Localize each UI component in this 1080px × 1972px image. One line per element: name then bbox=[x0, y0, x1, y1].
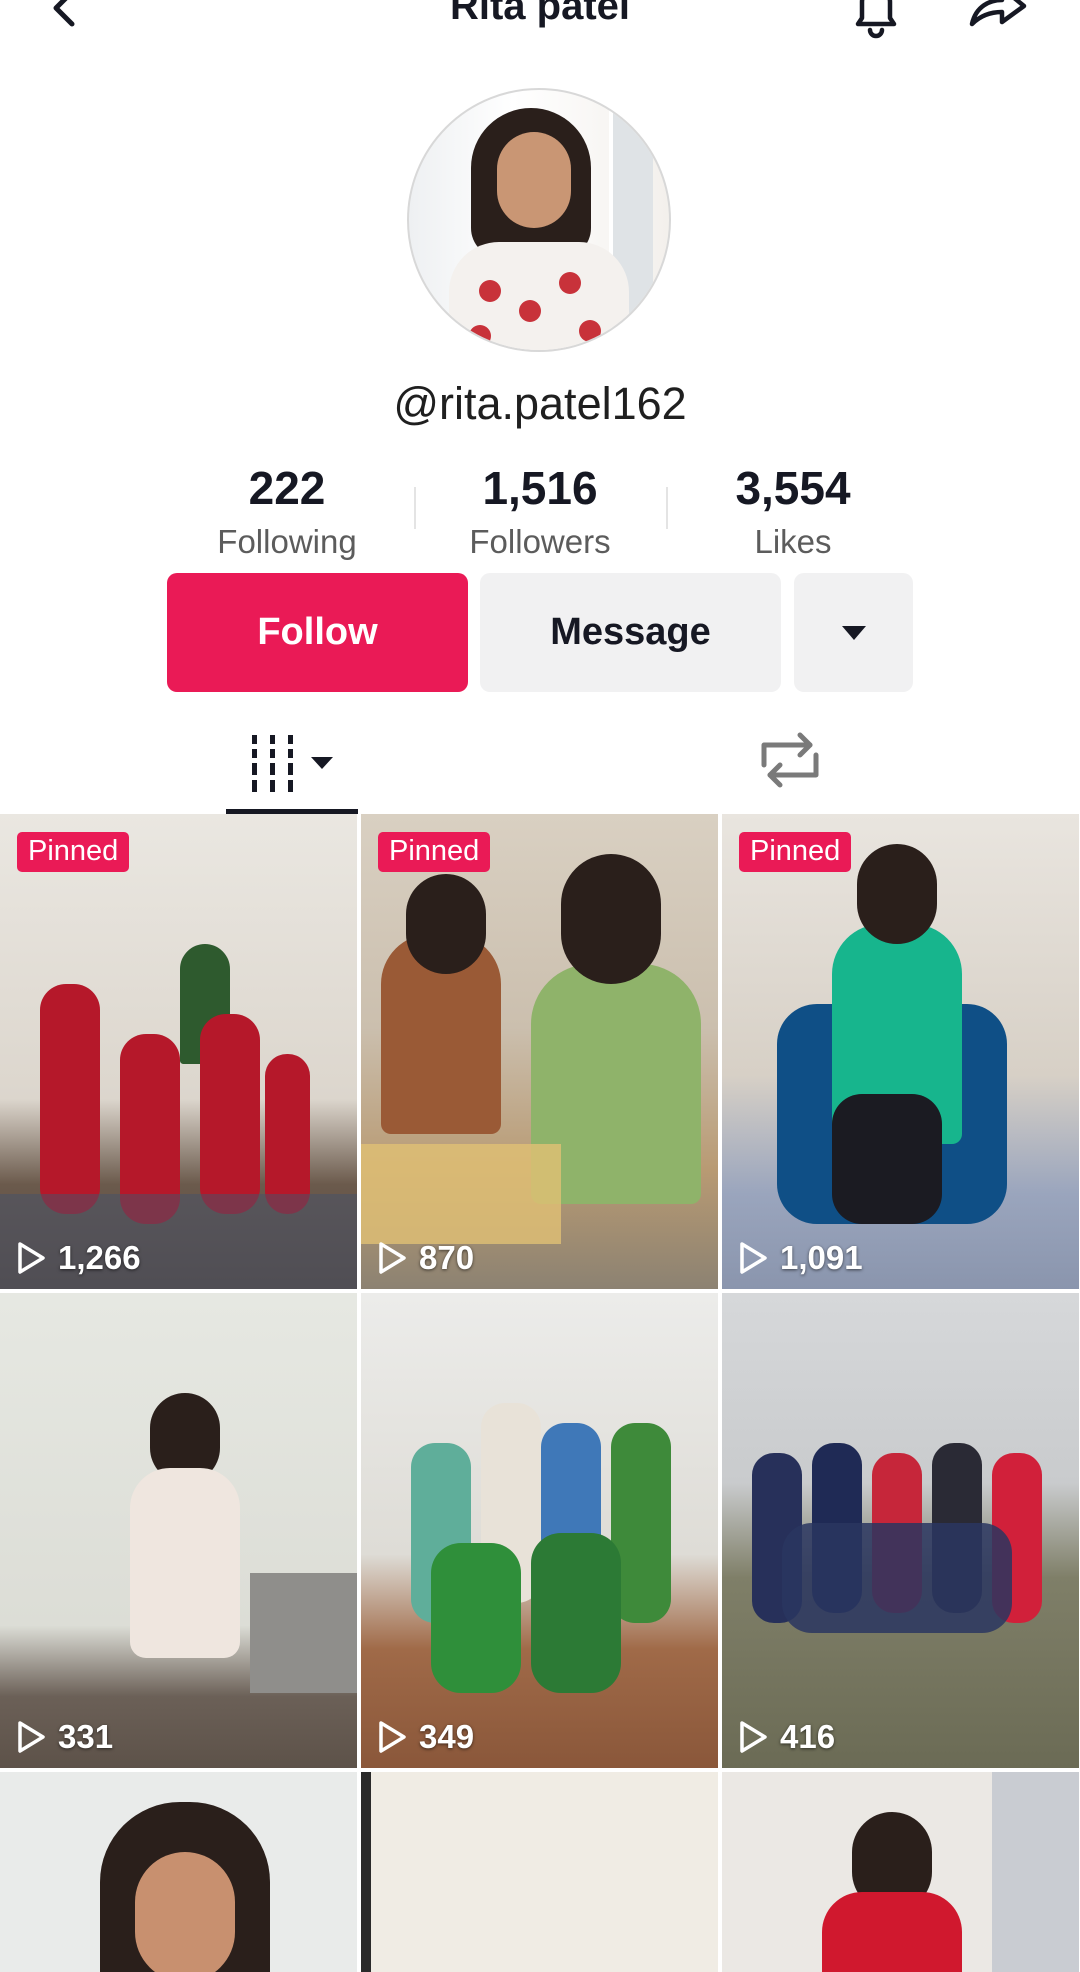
view-count-value: 1,091 bbox=[780, 1239, 863, 1276]
stat-likes: 3,554 Likes bbox=[693, 462, 893, 564]
stat-followers[interactable]: 1,516 Followers bbox=[440, 462, 640, 564]
video-tile[interactable] bbox=[0, 1772, 357, 1972]
view-count-value: 1,266 bbox=[58, 1239, 141, 1276]
stat-divider bbox=[414, 487, 416, 529]
view-count: 1,091 bbox=[738, 1239, 863, 1277]
top-bar: Rita patel bbox=[0, 0, 1080, 60]
videos-grid-icon bbox=[252, 735, 333, 792]
play-icon bbox=[18, 1721, 45, 1753]
pinned-badge: Pinned bbox=[378, 832, 491, 872]
pinned-badge: Pinned bbox=[739, 832, 852, 872]
bell-icon bbox=[855, 0, 897, 39]
stat-value: 222 bbox=[248, 462, 326, 514]
stat-divider bbox=[666, 487, 668, 529]
pinned-badge: Pinned bbox=[17, 832, 130, 872]
play-icon bbox=[740, 1242, 767, 1274]
more-options-button[interactable] bbox=[794, 573, 913, 692]
tab-reposts[interactable] bbox=[750, 725, 830, 795]
message-button[interactable]: Message bbox=[480, 573, 781, 692]
view-count: 349 bbox=[377, 1718, 474, 1756]
stat-label: Likes bbox=[754, 523, 832, 560]
stat-value: 3,554 bbox=[735, 462, 851, 514]
video-tile[interactable] bbox=[361, 1772, 718, 1972]
view-count: 416 bbox=[738, 1718, 835, 1756]
view-count: 870 bbox=[377, 1239, 474, 1277]
view-count-value: 870 bbox=[419, 1239, 475, 1276]
page-title: Rita patel bbox=[449, 0, 631, 28]
video-tile[interactable]: Pinned 1,266 bbox=[0, 814, 357, 1289]
play-icon bbox=[18, 1242, 45, 1274]
notifications-button[interactable] bbox=[846, 0, 906, 44]
follow-button[interactable]: Follow bbox=[167, 573, 468, 692]
username-handle: @rita.patel162 bbox=[393, 378, 687, 429]
play-icon bbox=[740, 1721, 767, 1753]
chevron-down-icon bbox=[841, 625, 866, 640]
video-grid: Pinned 1,266 Pinned 870 Pinned 1,091 331… bbox=[0, 814, 1080, 1972]
view-count-value: 416 bbox=[780, 1718, 836, 1755]
play-icon bbox=[379, 1242, 406, 1274]
video-tile[interactable]: Pinned 870 bbox=[361, 814, 718, 1289]
avatar[interactable] bbox=[407, 88, 671, 352]
stat-label: Followers bbox=[469, 523, 611, 560]
video-tile[interactable]: 349 bbox=[361, 1293, 718, 1768]
video-tile[interactable] bbox=[722, 1772, 1079, 1972]
stat-value: 1,516 bbox=[482, 462, 598, 514]
repost-icon bbox=[761, 732, 819, 788]
view-count: 331 bbox=[16, 1718, 113, 1756]
play-icon bbox=[379, 1721, 406, 1753]
stat-following[interactable]: 222 Following bbox=[187, 462, 387, 564]
share-icon bbox=[969, 0, 1027, 27]
video-tile[interactable]: 416 bbox=[722, 1293, 1079, 1768]
view-count-value: 349 bbox=[419, 1718, 475, 1755]
view-count-value: 331 bbox=[58, 1718, 114, 1755]
share-button[interactable] bbox=[962, 0, 1032, 44]
video-tile[interactable]: Pinned 1,091 bbox=[722, 814, 1079, 1289]
video-tile[interactable]: 331 bbox=[0, 1293, 357, 1768]
tab-videos[interactable] bbox=[226, 717, 358, 813]
view-count: 1,266 bbox=[16, 1239, 141, 1277]
stat-label: Following bbox=[217, 523, 357, 560]
